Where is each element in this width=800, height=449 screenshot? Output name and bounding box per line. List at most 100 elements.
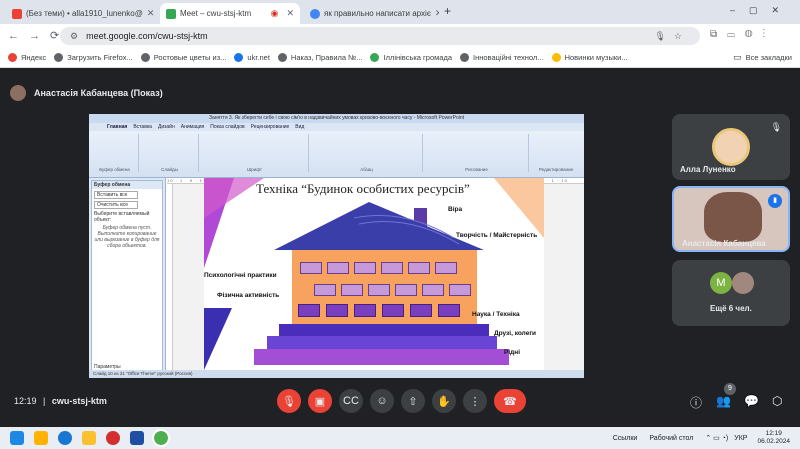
mic-off-icon: 🎙: [770, 122, 782, 132]
new-tab-button[interactable]: +: [444, 4, 451, 18]
ribbon-group-paragraph[interactable]: Абзац: [311, 134, 423, 172]
desktop-label[interactable]: Рабочий стол: [649, 435, 693, 442]
tile: [435, 262, 457, 274]
opera-icon[interactable]: [106, 431, 120, 445]
toolbar-icons[interactable]: ⧉▭◍⋮: [710, 29, 775, 40]
tab-meet-label: Meet – cwu-stsj-ktm: [180, 9, 252, 18]
close-icon[interactable]: ✕: [147, 8, 155, 19]
participant-tile-anastasia[interactable]: ▮ Анастасія Кабанцева: [672, 186, 790, 252]
ribbon-group-clipboard[interactable]: Буфер обмена: [91, 134, 139, 172]
tab-view[interactable]: Вид: [295, 123, 304, 131]
url-bar[interactable]: ⚙ meet.google.com/cwu-stsj-ktm 🎙☆: [60, 27, 700, 45]
bookmark-item[interactable]: ukr.net: [234, 53, 270, 62]
divider: |: [43, 396, 46, 406]
bookmark-label: Новинки музыки...: [564, 53, 628, 62]
tile: [382, 304, 404, 317]
people-button[interactable]: 👥: [716, 394, 731, 408]
bookmark-label: Загрузить Firefox...: [67, 53, 133, 62]
tab-meet[interactable]: Meet – cwu-stsj-ktm ◉ ✕: [160, 3, 300, 24]
present-button[interactable]: ⇧: [401, 389, 425, 413]
tab-mail-label: (Без теми) • alla1910_lunenko@: [26, 9, 143, 18]
ribbon-group-font[interactable]: Шрифт: [201, 134, 309, 172]
more-options-button[interactable]: ⋮: [463, 389, 487, 413]
tile: [326, 304, 348, 317]
tab-slideshow[interactable]: Показ слайдов: [210, 123, 244, 131]
close-icon[interactable]: ✕: [286, 8, 294, 19]
bookmark-label: Ростовые цветы из...: [153, 53, 227, 62]
ribbon-group-editing[interactable]: Редактирование: [531, 134, 581, 172]
tile: [381, 262, 403, 274]
bookmark-item[interactable]: Іллінівська громада: [370, 53, 452, 62]
tab-design[interactable]: Дизайн: [158, 123, 175, 131]
speaking-icon: ▮: [768, 194, 782, 208]
bookmark-item[interactable]: Наказ, Правила №...: [277, 53, 363, 62]
more-participants-tile[interactable]: M Ещё 6 чел.: [672, 260, 790, 326]
info-icon[interactable]: ⓘ: [690, 394, 702, 411]
store-icon[interactable]: [34, 431, 48, 445]
tray-icons[interactable]: ⌃ ▭ ◔): [705, 434, 728, 442]
meeting-info: 12:19 | cwu-stsj-ktm: [14, 396, 107, 406]
presenter-bar: Анастасія Кабанцева (Показ): [0, 78, 800, 108]
tile: [408, 262, 430, 274]
tab-review[interactable]: Рецензирование: [251, 123, 290, 131]
participant-tile-alla[interactable]: 🎙 Алла Луненко: [672, 114, 790, 180]
reactions-button[interactable]: ☺: [370, 389, 394, 413]
captions-button[interactable]: CC: [339, 389, 363, 413]
raise-hand-button[interactable]: ✋: [432, 389, 456, 413]
chrome-icon[interactable]: [152, 429, 170, 447]
bookmark-item[interactable]: Загрузить Firefox...: [54, 53, 133, 62]
bookmarks-bar: Яндекс Загрузить Firefox... Ростовые цве…: [0, 48, 800, 68]
tile: [298, 304, 320, 317]
paste-all-button[interactable]: Вставить все: [94, 191, 138, 199]
browser-tab-bar: (Без теми) • alla1910_lunenko@ ✕ Meet – …: [0, 0, 800, 24]
community-icon: [370, 53, 380, 62]
windows-taskbar: Ссылки Рабочий стол ⌃ ▭ ◔) УКР 12:19 06.…: [0, 427, 800, 449]
tile: [314, 284, 336, 296]
word-icon[interactable]: [130, 431, 144, 445]
tile: [438, 304, 460, 317]
bookmark-item[interactable]: Новинки музыки...: [551, 53, 628, 62]
tab-search[interactable]: як правильно написати архіє ✕: [304, 3, 439, 24]
avatar: [712, 128, 750, 166]
window-controls[interactable]: –▢✕: [730, 5, 793, 16]
tab-home[interactable]: Главная: [107, 123, 127, 131]
bookmark-item[interactable]: Ростовые цветы из...: [140, 53, 227, 62]
activities-icon[interactable]: ⬡: [772, 394, 782, 408]
language-indicator[interactable]: УКР: [734, 435, 747, 442]
label-faith: Віра: [448, 206, 463, 213]
music-icon: [551, 53, 561, 62]
bookmark-item[interactable]: Яндекс: [8, 53, 46, 62]
camera-toggle-button[interactable]: ▣: [308, 389, 332, 413]
google-icon: [310, 8, 320, 19]
mic-off-icon: 🎙: [282, 395, 296, 408]
links-label[interactable]: Ссылки: [613, 435, 638, 442]
chat-icon[interactable]: 💬: [744, 394, 759, 408]
tab-insert[interactable]: Вставка: [133, 123, 152, 131]
clipboard-title: Буфер обмена: [92, 181, 162, 189]
tile: [395, 284, 417, 296]
folder-icon[interactable]: [82, 431, 96, 445]
tab-animation[interactable]: Анимация: [181, 123, 204, 131]
clipboard-pane: Буфер обмена Вставить все Очистить все В…: [91, 180, 163, 373]
group-label: Буфер обмена: [99, 167, 130, 172]
ribbon-group-drawing[interactable]: Рисование: [425, 134, 529, 172]
meet-icon: [166, 8, 176, 19]
windows-start-icon[interactable]: [10, 431, 24, 445]
ribbon-group-slides[interactable]: Слайды: [141, 134, 199, 172]
edge-icon[interactable]: [58, 431, 72, 445]
url-text: meet.google.com/cwu-stsj-ktm: [86, 31, 208, 41]
mic-toggle-button[interactable]: 🎙: [277, 389, 301, 413]
bookmark-item[interactable]: Інноваційні технол...: [460, 53, 544, 62]
clock: 12:19: [14, 396, 37, 406]
all-bookmarks[interactable]: ▭ Все закладки: [733, 52, 792, 63]
tab-mail[interactable]: (Без теми) • alla1910_lunenko@ ✕: [6, 3, 156, 24]
bookmark-label: Наказ, Правила №...: [290, 53, 363, 62]
mic-star-icons[interactable]: 🎙☆: [655, 31, 691, 42]
clear-all-button[interactable]: Очистить все: [94, 201, 138, 209]
globe-icon: [140, 53, 150, 62]
camera-off-icon: ▣: [314, 395, 326, 408]
close-icon[interactable]: ✕: [435, 8, 439, 19]
bookmark-label: Іллінівська громада: [383, 53, 453, 62]
end-call-button[interactable]: ☎: [494, 389, 526, 413]
site-info-icon[interactable]: ⚙: [70, 31, 78, 42]
